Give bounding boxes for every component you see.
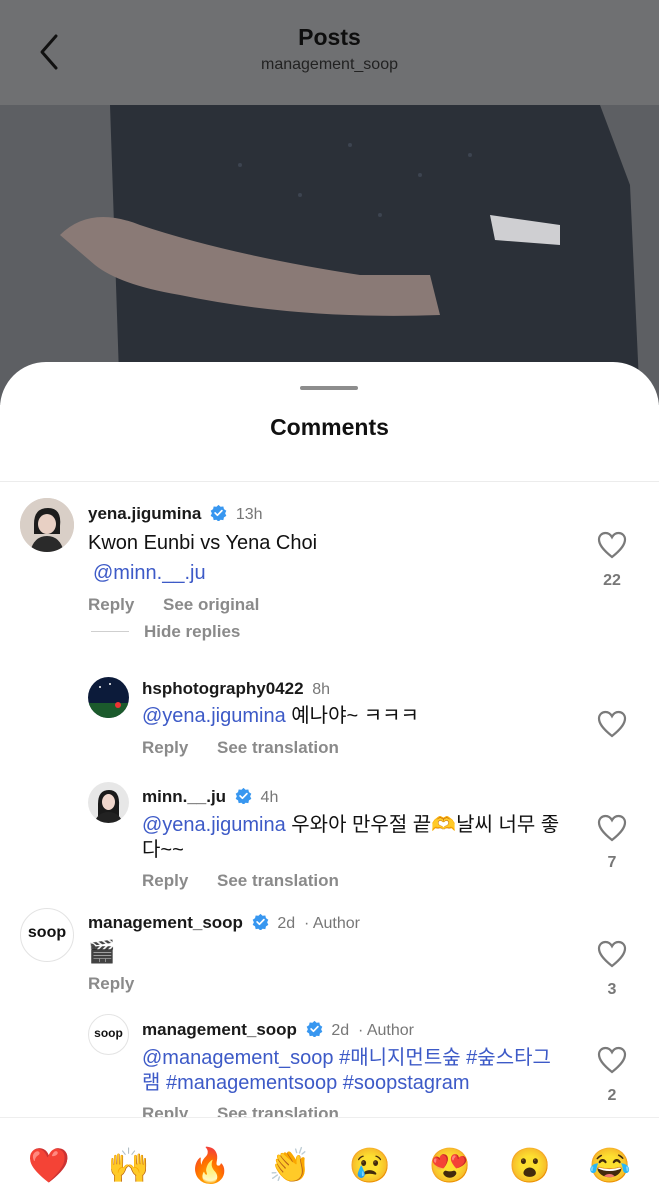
- comment-mention[interactable]: @yena.jigumina: [142, 814, 286, 836]
- comments-sheet: Comments yena.jigumina 13h Kwon Eunbi vs…: [0, 362, 659, 1200]
- sheet-title: Comments: [270, 414, 389, 440]
- author-label: · Author: [357, 1022, 414, 1039]
- avatar[interactable]: [88, 677, 129, 718]
- see-original-button[interactable]: See original: [163, 595, 259, 615]
- sheet-grabber[interactable]: [300, 386, 358, 390]
- comment-time: 13h: [235, 506, 263, 523]
- reply-button[interactable]: Reply: [142, 871, 188, 891]
- heart-icon[interactable]: [597, 531, 627, 559]
- avatar[interactable]: [88, 782, 129, 823]
- heart-icon[interactable]: [597, 814, 627, 842]
- comment-text: @yena.jigumina 예나야~ ㅋㅋㅋ: [142, 705, 419, 727]
- reply-button[interactable]: Reply: [142, 738, 188, 758]
- verified-badge-icon: [235, 787, 252, 804]
- comment-username[interactable]: management_soop 2d · Author: [88, 913, 360, 933]
- comment-username[interactable]: minn.__.ju 4h: [142, 787, 278, 807]
- comment-mention[interactable]: @yena.jigumina: [142, 705, 286, 727]
- reply-button[interactable]: Reply: [88, 595, 134, 615]
- page-title: Posts: [298, 24, 361, 50]
- top-bar: Posts management_soop: [0, 0, 659, 105]
- comment-time: 4h: [260, 789, 279, 806]
- like-count: 22: [603, 572, 621, 589]
- page-subtitle: management_soop: [261, 56, 398, 73]
- author-label: · Author: [303, 915, 360, 932]
- divider: [0, 481, 659, 482]
- heart-icon[interactable]: [597, 1046, 627, 1074]
- verified-badge-icon: [306, 1020, 322, 1037]
- avatar[interactable]: soop: [20, 908, 74, 962]
- surprised-emoji-button[interactable]: 😮: [507, 1146, 553, 1186]
- comment-text: @yena.jigumina 우와아 만우절 끝🫶날씨 너무 좋다~~: [142, 814, 560, 861]
- soop-logo: soop: [94, 1026, 123, 1040]
- verified-badge-icon: [210, 504, 227, 521]
- fire-emoji-button[interactable]: 🔥: [187, 1146, 233, 1186]
- comment-mention[interactable]: @minn.__.ju: [93, 561, 206, 586]
- like-count: 3: [607, 981, 617, 998]
- like-count: 7: [607, 854, 617, 871]
- comment-username[interactable]: yena.jigumina 13h: [88, 504, 263, 524]
- hide-replies-button[interactable]: Hide replies: [144, 622, 240, 642]
- laughing-emoji-button[interactable]: 😂: [587, 1146, 633, 1186]
- comment-username[interactable]: management_soop 2d · Author: [142, 1020, 414, 1040]
- reply-button[interactable]: Reply: [88, 974, 134, 994]
- soop-logo: soop: [27, 924, 67, 941]
- verified-badge-icon: [252, 913, 268, 930]
- see-translation-button[interactable]: See translation: [217, 738, 339, 758]
- heart-eyes-emoji-button[interactable]: 😍: [427, 1146, 473, 1186]
- comment-time: 2d: [277, 915, 296, 932]
- emoji-reaction-bar: ❤️ 🙌 🔥 👏 😢 😍 😮 😂: [0, 1117, 659, 1200]
- comment-text: 🎬: [88, 939, 116, 964]
- comment-time: 2d: [331, 1022, 350, 1039]
- comment-text: Kwon Eunbi vs Yena Choi: [88, 532, 318, 554]
- red-heart-emoji-button[interactable]: ❤️: [26, 1146, 72, 1186]
- like-count: 2: [607, 1087, 617, 1104]
- avatar[interactable]: [20, 498, 74, 552]
- replies-divider: [91, 631, 129, 632]
- comment-username[interactable]: hsphotography0422 8h: [142, 679, 330, 699]
- comment-time: 8h: [312, 681, 331, 698]
- raised-hands-emoji-button[interactable]: 🙌: [106, 1146, 152, 1186]
- heart-icon[interactable]: [597, 940, 627, 968]
- avatar[interactable]: soop: [88, 1014, 129, 1055]
- comment-hashtags[interactable]: @management_soop #매니지먼트숲 #숲스타그램 #managem…: [142, 1046, 567, 1096]
- see-translation-button[interactable]: See translation: [217, 871, 339, 891]
- crying-emoji-button[interactable]: 😢: [347, 1146, 393, 1186]
- clapping-emoji-button[interactable]: 👏: [267, 1146, 313, 1186]
- heart-icon[interactable]: [597, 710, 627, 738]
- post-photo: [0, 105, 659, 405]
